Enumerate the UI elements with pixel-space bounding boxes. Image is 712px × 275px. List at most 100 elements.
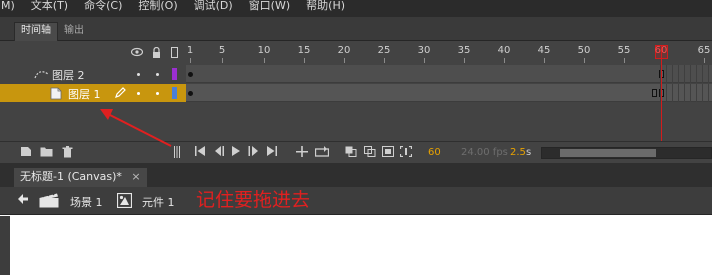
layer-page-icon (50, 87, 62, 103)
outline-icon[interactable] (171, 47, 178, 61)
keyframe-dot[interactable] (188, 91, 193, 96)
ruler-tick (544, 58, 545, 63)
playhead-line[interactable] (661, 45, 662, 141)
guide-layer-icon (34, 68, 49, 82)
pencil-icon[interactable] (114, 86, 126, 102)
back-arrow-icon[interactable] (17, 193, 29, 208)
menu-item-debug[interactable]: 调试(D) (186, 0, 241, 14)
layer-color-swatch[interactable] (172, 68, 177, 80)
document-tab-bar: 无标题-1 (Canvas)* × (0, 163, 712, 187)
ruler-label: 15 (297, 45, 311, 56)
scrollbar-thumb[interactable] (560, 149, 656, 157)
stage-area[interactable] (0, 216, 712, 275)
current-frame-readout[interactable]: 60 (428, 147, 441, 158)
timeline-panel: 1 5 10 15 20 25 30 35 40 45 50 55 60 65 … (0, 41, 712, 163)
ruler-tick (304, 58, 305, 63)
panel-tab-strip: 时间轴 输出 (0, 17, 712, 41)
layer-row-2[interactable]: 图层 2 (0, 65, 186, 83)
panel-grip-icon[interactable] (174, 146, 180, 161)
ruler-tick (424, 58, 425, 63)
lock-dot[interactable] (156, 73, 159, 76)
layer-color-swatch[interactable] (172, 87, 177, 99)
menu-item-window[interactable]: 窗口(W) (241, 0, 298, 14)
ruler-label: 40 (497, 45, 511, 56)
frame-row-layer-2[interactable] (186, 65, 712, 83)
layer-name: 图层 2 (52, 69, 85, 82)
end-frame-marker[interactable] (652, 89, 657, 97)
ruler-tick (264, 58, 265, 63)
new-folder-icon[interactable] (40, 146, 53, 160)
close-icon[interactable]: × (131, 170, 140, 183)
edit-bar: 场景 1 元件 1 (0, 187, 712, 215)
step-back-icon[interactable] (213, 146, 225, 159)
tab-timeline[interactable]: 时间轴 (14, 22, 58, 41)
new-layer-icon[interactable] (20, 146, 32, 160)
menu-item-help[interactable]: 帮助(H) (298, 0, 353, 14)
onion-skin-outline-icon[interactable] (364, 146, 376, 160)
symbol-icon (116, 192, 133, 211)
timeline-footer: 60 24.00 fps 2.5 s (0, 141, 712, 163)
document-title: 无标题-1 (Canvas)* (20, 170, 122, 183)
layer-header (0, 41, 186, 63)
document-tab[interactable]: 无标题-1 (Canvas)* × (14, 168, 147, 187)
go-to-first-frame-icon[interactable] (195, 146, 206, 159)
scene-clapboard-icon (39, 192, 59, 211)
play-icon[interactable] (231, 146, 241, 159)
empty-frames[interactable] (660, 65, 712, 83)
ruler-label: 65 (697, 45, 711, 56)
ruler-tick (384, 58, 385, 63)
ruler-label: 30 (417, 45, 431, 56)
visibility-dot[interactable] (137, 92, 140, 95)
tab-output[interactable]: 输出 (58, 23, 90, 41)
visibility-dot[interactable] (137, 73, 140, 76)
eye-icon[interactable] (130, 47, 144, 60)
ruler-label: 20 (337, 45, 351, 56)
annotation-text: 记住要拖进去 (196, 189, 311, 211)
frame-ruler[interactable]: 1 5 10 15 20 25 30 35 40 45 50 55 60 65 (186, 41, 712, 63)
lock-icon[interactable] (152, 46, 161, 61)
ruler-label: 5 (218, 45, 226, 56)
edit-multiple-frames-icon[interactable] (382, 146, 394, 160)
menu-bar: M) 文本(T) 命令(C) 控制(O) 调试(D) 窗口(W) 帮助(H) (0, 0, 712, 17)
ruler-label: 25 (377, 45, 391, 56)
elapsed-time-readout[interactable]: 2.5 (510, 147, 526, 158)
ruler-label: 10 (257, 45, 271, 56)
modify-markers-icon[interactable] (399, 145, 413, 160)
layer-row-1[interactable]: 图层 1 (0, 84, 186, 102)
ruler-label: 50 (577, 45, 591, 56)
menu-item-control[interactable]: 控制(O) (130, 0, 185, 14)
ruler-label-current: 60 (654, 45, 668, 56)
ruler-tick (584, 58, 585, 63)
ruler-tick (504, 58, 505, 63)
ruler-tick (222, 58, 223, 63)
go-to-last-frame-icon[interactable] (266, 146, 277, 159)
scene-breadcrumb[interactable]: 场景 1 (70, 194, 103, 210)
delete-layer-icon[interactable] (62, 146, 73, 161)
keyframe-dot[interactable] (188, 72, 193, 77)
ruler-label: 35 (457, 45, 471, 56)
time-unit: s (526, 147, 532, 158)
lock-dot[interactable] (156, 92, 159, 95)
onion-skin-icon[interactable] (345, 146, 357, 160)
step-forward-icon[interactable] (248, 146, 260, 159)
ruler-tick (344, 58, 345, 63)
menu-item-text[interactable]: 文本(T) (23, 0, 76, 14)
loop-icon[interactable] (314, 146, 330, 160)
ruler-tick (190, 58, 191, 63)
stage-left-gutter (0, 216, 10, 275)
frame-row-layer-1[interactable] (186, 84, 712, 102)
menu-item-commands[interactable]: 命令(C) (76, 0, 130, 14)
layer-name: 图层 1 (68, 88, 101, 101)
menu-item-partial[interactable]: M) (0, 0, 23, 14)
timeline-horizontal-scrollbar[interactable] (541, 147, 712, 159)
fps-readout[interactable]: 24.00 fps (461, 147, 508, 158)
ruler-tick (464, 58, 465, 63)
empty-frames[interactable] (660, 84, 712, 102)
ruler-label: 45 (537, 45, 551, 56)
ruler-label: 1 (186, 45, 194, 56)
center-frame-icon[interactable] (296, 146, 308, 160)
symbol-breadcrumb[interactable]: 元件 1 (142, 194, 175, 210)
ruler-tick (704, 58, 705, 63)
ruler-tick (624, 58, 625, 63)
ruler-label: 55 (617, 45, 631, 56)
